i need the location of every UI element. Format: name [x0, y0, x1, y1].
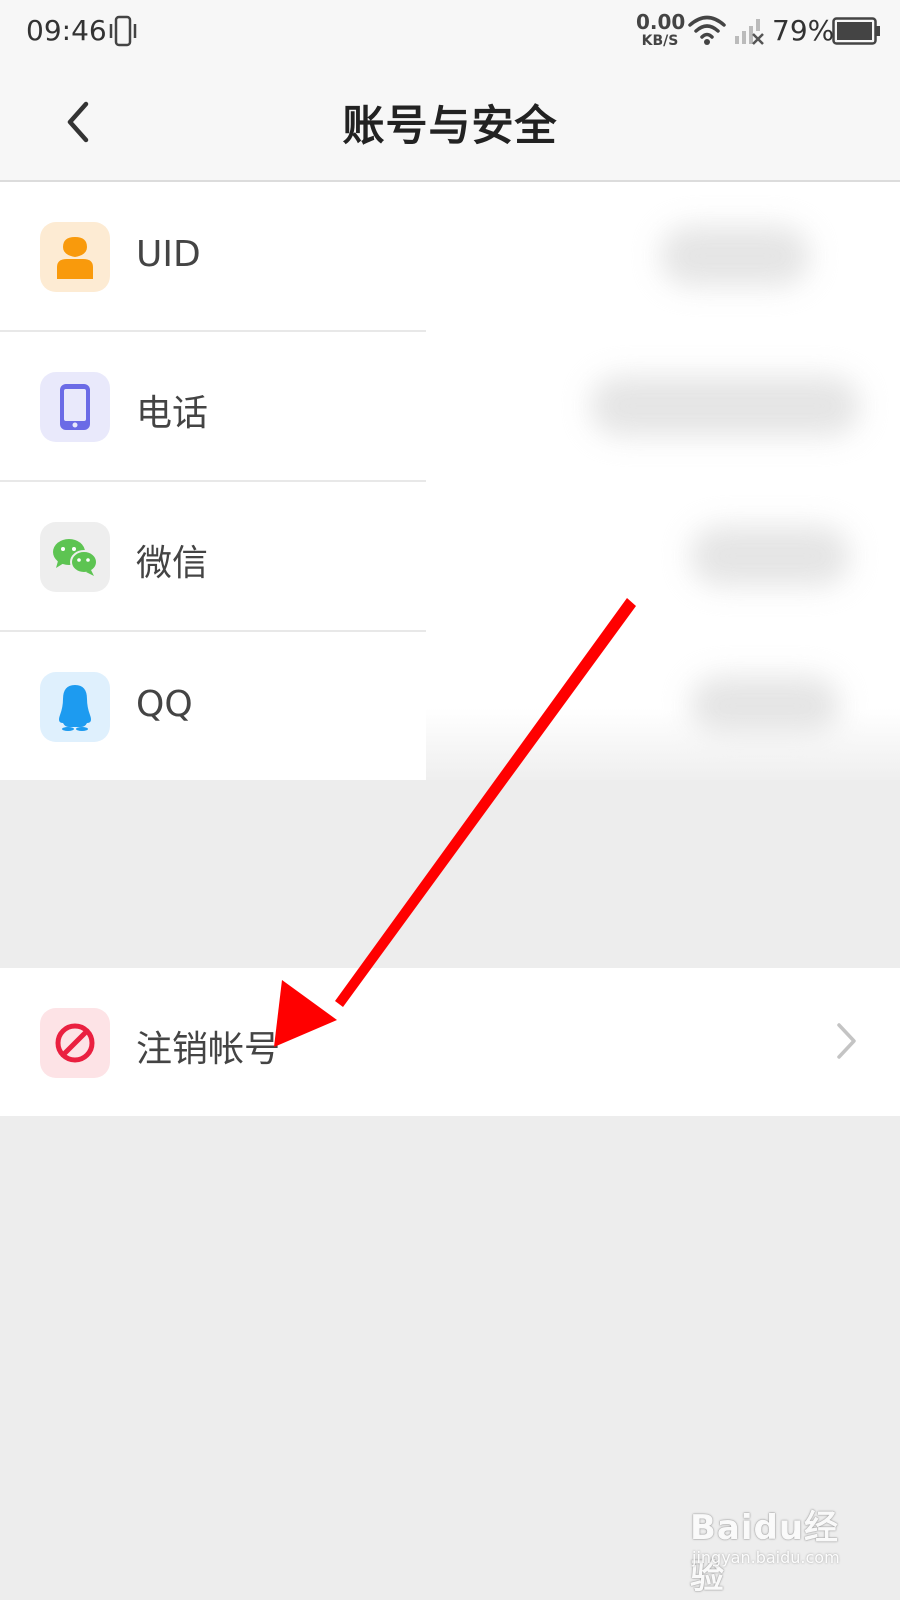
- list-item-wechat[interactable]: 微信: [0, 482, 900, 630]
- page-title: 账号与安全: [342, 101, 558, 150]
- prohibited-icon: [40, 1008, 110, 1078]
- user-icon: [40, 222, 110, 292]
- blurred-value: [590, 376, 860, 436]
- wifi-icon: [688, 15, 726, 45]
- network-speed: 0.00 KB/S: [636, 10, 686, 49]
- list-item-label: 微信: [136, 543, 209, 584]
- qq-penguin-icon: [40, 672, 110, 742]
- account-binding-list: UID 电话 微信 QQ: [0, 182, 900, 780]
- status-time: 09:46: [26, 14, 107, 47]
- blurred-value: [690, 526, 850, 586]
- blurred-value: [690, 676, 840, 736]
- list-item-uid[interactable]: UID: [0, 182, 900, 330]
- network-speed-unit: KB/S: [641, 33, 679, 49]
- network-speed-value: 0.00: [636, 10, 686, 34]
- list-item-phone[interactable]: 电话: [0, 332, 900, 480]
- wechat-icon: [40, 522, 110, 592]
- vibrate-icon: [109, 15, 137, 47]
- deregister-account-item[interactable]: 注销帐号: [0, 968, 900, 1116]
- status-bar: 09:46 0.00 KB/S 79%: [0, 0, 900, 64]
- watermark-url: jingyan.baidu.com: [692, 1548, 840, 1567]
- phone-icon: [40, 372, 110, 442]
- list-item-label: UID: [136, 234, 201, 275]
- navigation-bar: 账号与安全: [0, 64, 900, 182]
- battery-icon: [832, 17, 880, 45]
- list-item-label: 电话: [136, 393, 209, 434]
- watermark: Baidu经验 jingyan.baidu.com: [690, 1500, 860, 1597]
- list-item-label: QQ: [136, 684, 193, 725]
- blurred-value: [660, 226, 810, 286]
- deregister-account-label: 注销帐号: [136, 1029, 281, 1070]
- list-item-qq[interactable]: QQ: [0, 632, 900, 780]
- chevron-right-icon: [837, 1023, 856, 1059]
- signal-icon: [735, 19, 764, 45]
- battery-percent: 79%: [772, 14, 835, 47]
